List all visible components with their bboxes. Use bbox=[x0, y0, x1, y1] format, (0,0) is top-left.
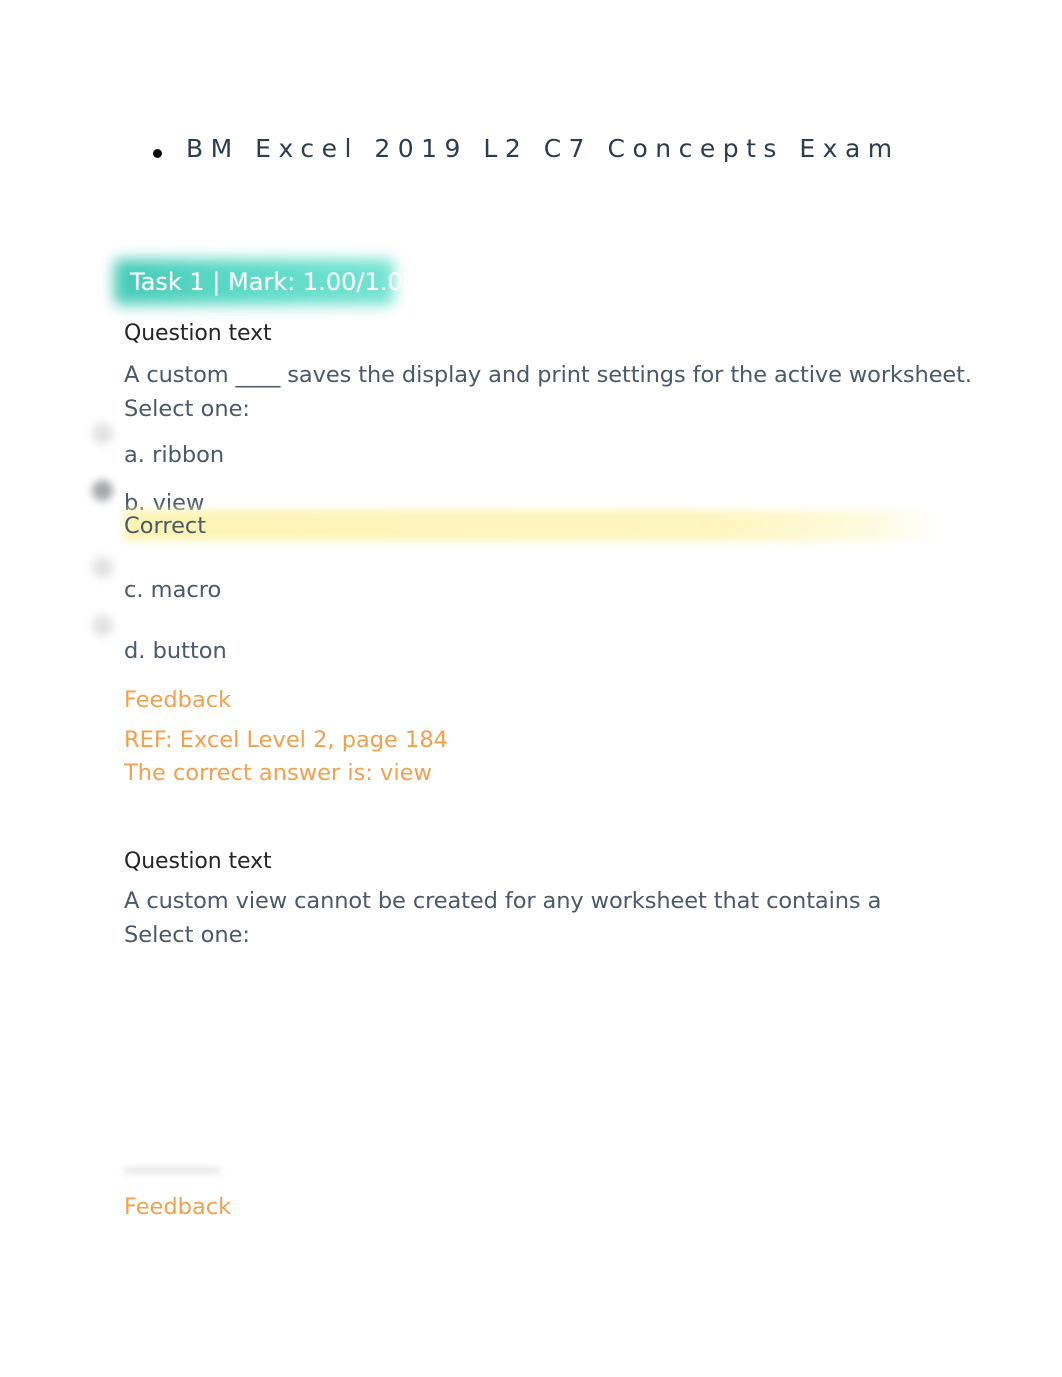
correct-highlight-band bbox=[124, 510, 939, 541]
feedback-reference-1: REF: Excel Level 2, page 184 bbox=[124, 727, 448, 753]
answer-result-text: Correct bbox=[124, 513, 207, 539]
feedback-heading-2: Feedback bbox=[124, 1194, 232, 1220]
option-label-d[interactable]: d. button bbox=[124, 636, 227, 666]
task-badge-label: Task 1 | Mark: 1.00/1.00 bbox=[130, 268, 418, 296]
question-body-1: A custom ____ saves the display and prin… bbox=[124, 362, 972, 388]
option-label-a[interactable]: a. ribbon bbox=[124, 440, 224, 470]
radio-option-c[interactable] bbox=[92, 557, 113, 578]
question-text-label-2: Question text bbox=[124, 849, 272, 874]
option-label-c[interactable]: c. macro bbox=[124, 575, 221, 605]
document-title-item: BM Excel 2019 L2 C7 Concepts Exam bbox=[124, 134, 1004, 164]
question-body-2: A custom view cannot be created for any … bbox=[124, 888, 882, 914]
page-title: BM Excel 2019 L2 C7 Concepts Exam bbox=[186, 134, 900, 163]
radio-option-b[interactable] bbox=[92, 480, 113, 501]
document-title-list: BM Excel 2019 L2 C7 Concepts Exam bbox=[124, 134, 1004, 164]
quiz-review-page: BM Excel 2019 L2 C7 Concepts Exam Task 1… bbox=[0, 0, 1062, 1377]
task-mark-badge: Task 1 | Mark: 1.00/1.00 bbox=[114, 259, 428, 305]
select-one-prompt-2: Select one: bbox=[124, 922, 251, 948]
section-divider bbox=[124, 1168, 220, 1173]
radio-option-a[interactable] bbox=[92, 423, 113, 444]
bullet-point-icon bbox=[153, 149, 162, 158]
radio-option-d[interactable] bbox=[92, 615, 113, 636]
question-text-label-1: Question text bbox=[124, 321, 272, 346]
select-one-prompt-1: Select one: bbox=[124, 396, 251, 422]
feedback-heading-1: Feedback bbox=[124, 687, 232, 713]
feedback-correct-answer-1: The correct answer is: view bbox=[124, 760, 432, 786]
